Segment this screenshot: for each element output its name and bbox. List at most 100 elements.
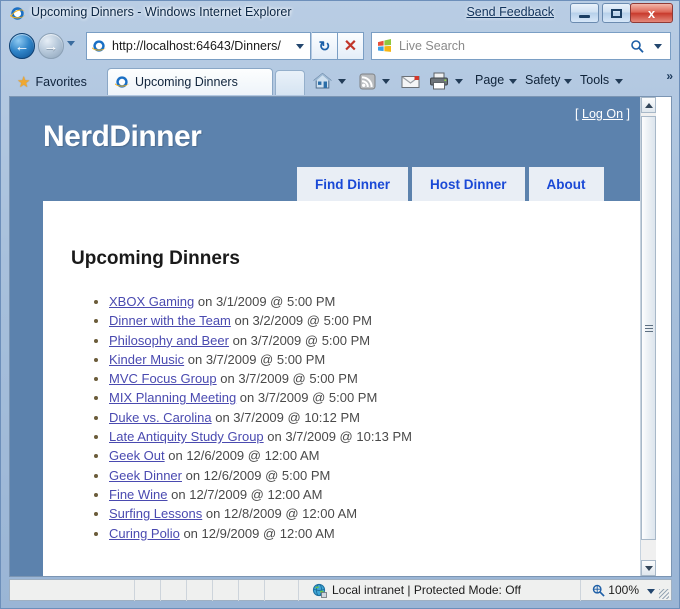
dinner-link[interactable]: Surfing Lessons	[109, 506, 202, 521]
dinner-link[interactable]: Late Antiquity Study Group	[109, 429, 264, 444]
status-divider	[134, 580, 135, 601]
logon-area: [ Log On ]	[575, 107, 630, 121]
nav-tab-about[interactable]: About	[528, 167, 604, 201]
page-content: Upcoming Dinners XBOX Gaming on 3/1/2009…	[43, 201, 656, 576]
tab-label: Upcoming Dinners	[135, 75, 238, 89]
security-zone-label: Local intranet | Protected Mode: Off	[332, 583, 521, 597]
maximize-icon	[611, 8, 622, 18]
home-icon[interactable]	[313, 70, 332, 92]
dinner-datetime: on 12/6/2009 @ 12:00 AM	[164, 448, 320, 464]
back-arrow-icon: ←	[14, 37, 30, 55]
search-chevron-down-icon[interactable]	[654, 44, 662, 49]
menu-safety[interactable]: Safety	[525, 73, 560, 87]
dinner-datetime: on 12/9/2009 @ 12:00 AM	[179, 525, 335, 541]
internet-explorer-icon	[91, 38, 107, 54]
printer-icon[interactable]	[429, 70, 449, 92]
status-divider	[580, 580, 581, 601]
zoom-chevron-down-icon[interactable]	[647, 589, 655, 594]
home-chevron-down-icon[interactable]	[338, 79, 346, 84]
dinner-link[interactable]: MIX Planning Meeting	[109, 390, 236, 405]
page-title: Upcoming Dinners	[71, 248, 240, 269]
favorites-button[interactable]: ★ Favorites	[9, 69, 95, 95]
list-item: XBOX Gaming on 3/1/2009 @ 5:00 PM	[109, 292, 656, 311]
tab-bar: ★ Favorites Upcoming Dinners Page Safety…	[1, 65, 679, 95]
address-bar[interactable]: http://localhost:64643/Dinners/	[86, 32, 311, 60]
scrollbar-grip-icon	[644, 324, 653, 332]
send-feedback-link[interactable]: Send Feedback	[466, 5, 554, 19]
minimize-button[interactable]	[570, 3, 599, 23]
back-button[interactable]: ←	[9, 33, 35, 59]
scroll-up-button[interactable]	[641, 97, 656, 113]
list-item: Dinner with the Team on 3/2/2009 @ 5:00 …	[109, 311, 656, 330]
search-input[interactable]: Live Search	[399, 39, 465, 53]
menu-page[interactable]: Page	[475, 73, 504, 87]
maximize-button[interactable]	[602, 3, 631, 23]
nerddinner-page: [ Log On ] NerdDinner Find Dinner Host D…	[10, 97, 656, 576]
minimize-icon	[579, 15, 590, 18]
search-icon[interactable]	[630, 39, 644, 56]
site-navigation: Find Dinner Host Dinner About	[297, 167, 604, 201]
tools-chevron-down-icon[interactable]	[615, 79, 623, 84]
dinner-datetime: on 3/2/2009 @ 5:00 PM	[230, 313, 372, 329]
list-item: Geek Dinner on 12/6/2009 @ 5:00 PM	[109, 466, 656, 485]
status-divider	[298, 580, 299, 601]
dinner-link[interactable]: Geek Out	[109, 448, 165, 463]
new-tab-button[interactable]	[275, 70, 305, 95]
zoom-level-label[interactable]: 100%	[608, 583, 639, 597]
search-box[interactable]: Live Search	[371, 32, 671, 60]
star-icon: ★	[17, 74, 31, 91]
dinner-datetime: on 3/7/2009 @ 5:00 PM	[184, 351, 326, 367]
globe-icon	[312, 583, 327, 598]
dinner-link[interactable]: Curing Polio	[109, 526, 180, 541]
dinner-datetime: on 3/7/2009 @ 10:12 PM	[211, 409, 360, 425]
address-chevron-down-icon[interactable]	[296, 44, 304, 49]
internet-explorer-icon	[9, 5, 26, 22]
dinner-link[interactable]: Geek Dinner	[109, 468, 182, 483]
dinner-datetime: on 12/6/2009 @ 5:00 PM	[181, 467, 331, 483]
nav-tab-host-dinner[interactable]: Host Dinner	[412, 167, 525, 201]
stop-button[interactable]: ✕	[338, 32, 364, 60]
mail-icon[interactable]	[401, 70, 420, 92]
recent-pages-chevron-down-icon[interactable]	[67, 41, 75, 46]
dinner-link[interactable]: Fine Wine	[109, 487, 168, 502]
address-input[interactable]: http://localhost:64643/Dinners/	[112, 39, 281, 53]
dinner-link[interactable]: Dinner with the Team	[109, 313, 231, 328]
feeds-chevron-down-icon[interactable]	[382, 79, 390, 84]
logon-link[interactable]: Log On	[582, 107, 623, 121]
close-button[interactable]: x	[630, 3, 673, 23]
status-divider	[212, 580, 213, 601]
scroll-down-button[interactable]	[641, 560, 656, 576]
zoom-magnifier-icon[interactable]	[592, 584, 605, 600]
close-icon: x	[647, 5, 656, 21]
chevron-up-icon	[644, 102, 653, 108]
print-chevron-down-icon[interactable]	[455, 79, 463, 84]
rss-feed-icon[interactable]	[359, 70, 376, 92]
status-divider	[186, 580, 187, 601]
scrollbar-thumb[interactable]	[641, 116, 656, 540]
command-overflow-button[interactable]: »	[666, 69, 673, 83]
logon-bracket-open: [	[575, 107, 579, 121]
list-item: Duke vs. Carolina on 3/7/2009 @ 10:12 PM	[109, 408, 656, 427]
close-icon: ✕	[343, 38, 358, 55]
vertical-scrollbar[interactable]	[640, 97, 656, 576]
dinner-link[interactable]: Philosophy and Beer	[109, 333, 229, 348]
internet-explorer-icon	[114, 74, 130, 90]
refresh-button[interactable]: ↻	[312, 32, 338, 60]
forward-button[interactable]: →	[38, 33, 64, 59]
dinner-link[interactable]: Kinder Music	[109, 352, 184, 367]
nav-tab-find-dinner[interactable]: Find Dinner	[297, 167, 408, 201]
dinner-link[interactable]: Duke vs. Carolina	[109, 410, 212, 425]
dinner-link[interactable]: MVC Focus Group	[109, 371, 217, 386]
list-item: Curing Polio on 12/9/2009 @ 12:00 AM	[109, 524, 656, 543]
status-bar: Local intranet | Protected Mode: Off 100…	[9, 579, 672, 601]
status-divider	[264, 580, 265, 601]
menu-tools[interactable]: Tools	[580, 73, 609, 87]
window-title: Upcoming Dinners - Windows Internet Expl…	[31, 5, 292, 19]
list-item: Fine Wine on 12/7/2009 @ 12:00 AM	[109, 485, 656, 504]
tab-upcoming-dinners[interactable]: Upcoming Dinners	[107, 68, 273, 95]
resize-grip-icon[interactable]	[659, 589, 669, 599]
page-chevron-down-icon[interactable]	[509, 79, 517, 84]
safety-chevron-down-icon[interactable]	[564, 79, 572, 84]
site-title: NerdDinner	[43, 120, 202, 153]
dinner-link[interactable]: XBOX Gaming	[109, 294, 194, 309]
